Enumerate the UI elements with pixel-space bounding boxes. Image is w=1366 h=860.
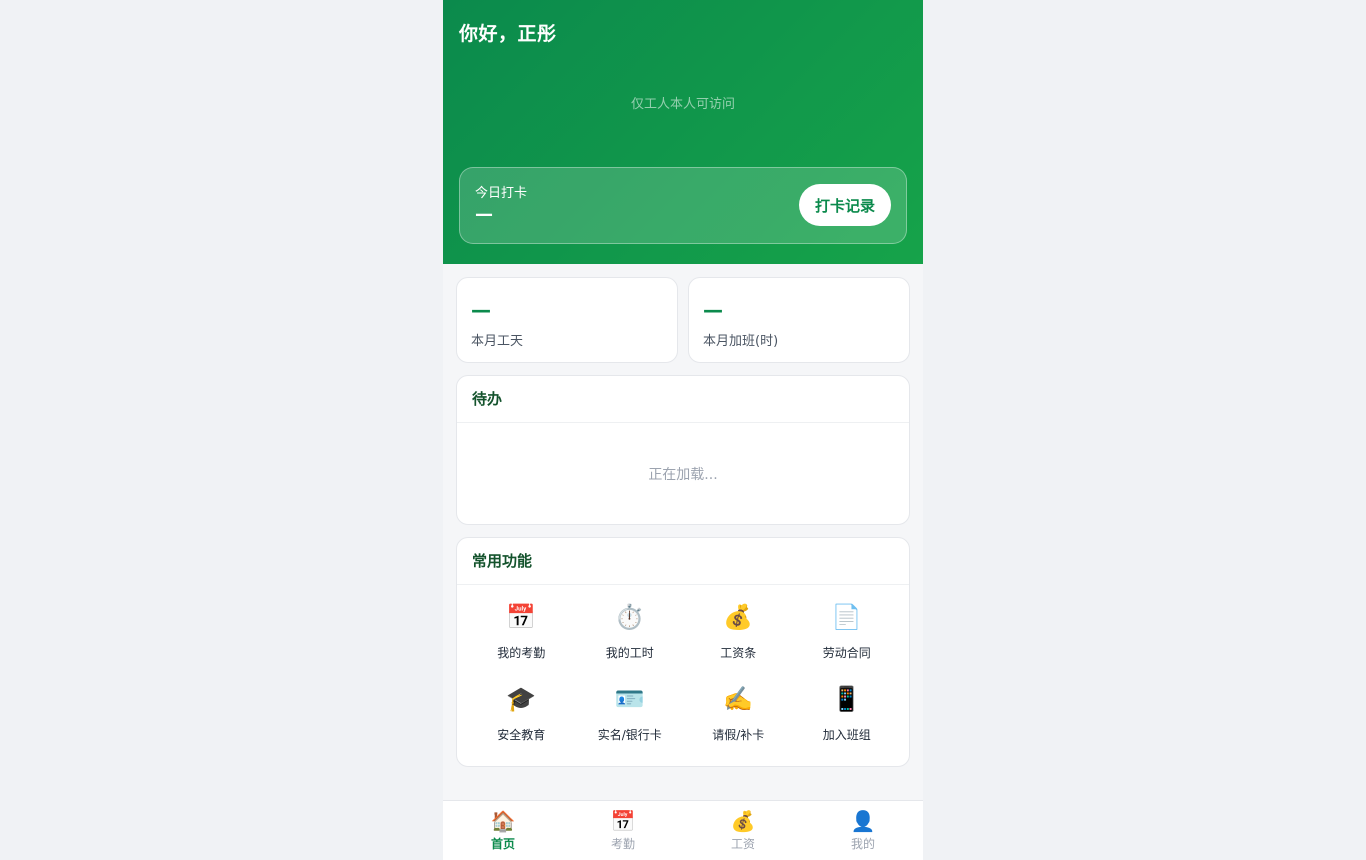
stat-label: 本月工天 (471, 334, 524, 349)
tab-salary[interactable]: 💰 工资 (683, 801, 803, 860)
todo-title: 待办 (457, 376, 909, 423)
punch-records-button[interactable]: 打卡记录 (799, 184, 891, 226)
stat-value: — (703, 298, 723, 322)
user-icon: 👤 (850, 809, 876, 833)
function-labor-contract[interactable]: 📄 劳动合同 (793, 602, 902, 668)
stat-card-workdays: — 本月工天 (456, 277, 678, 363)
stat-card-overtime: — 本月加班(时) (688, 277, 910, 363)
bottom-tab-bar: 🏠 首页 📅 考勤 💰 工资 👤 我的 (443, 800, 923, 860)
functions-grid: 📅 我的考勤 ⏱️ 我的工时 💰 工资条 📄 劳动合同 🎓 安全教育 🪪 实名/… (467, 602, 901, 750)
stat-label: 本月加班(时) (703, 334, 779, 349)
functions-title: 常用功能 (457, 538, 909, 585)
mobile-app-frame: 你好，正彤 仅工人本人可访问 今日打卡 — 打卡记录 — 本月工天 — 本月加班… (443, 0, 923, 860)
loading-text: 正在加载... (648, 467, 718, 483)
mobile-phone-icon: 📱 (831, 685, 862, 713)
calendar-icon: 📅 (506, 603, 537, 631)
function-label: 劳动合同 (822, 646, 871, 660)
function-label: 加入班组 (822, 728, 871, 742)
graduation-cap-icon: 🎓 (506, 685, 537, 713)
writing-hand-icon: ✍️ (723, 685, 754, 713)
greeting-title: 你好，正彤 (459, 23, 557, 45)
todo-panel: 待办 正在加载... (456, 375, 910, 525)
header-banner: 你好，正彤 仅工人本人可访问 今日打卡 — 打卡记录 (443, 0, 923, 264)
today-punch-card: 今日打卡 — 打卡记录 (459, 167, 907, 244)
tab-attendance[interactable]: 📅 考勤 (563, 801, 683, 860)
punch-title: 今日打卡 (475, 186, 528, 201)
access-note: 仅工人本人可访问 (630, 97, 735, 112)
function-join-team[interactable]: 📱 加入班组 (793, 684, 902, 750)
tab-label: 首页 (490, 837, 515, 851)
function-label: 实名/银行卡 (597, 728, 662, 742)
function-leave-makeup-punch[interactable]: ✍️ 请假/补卡 (684, 684, 793, 750)
money-bag-icon: 💰 (730, 809, 756, 833)
tab-profile[interactable]: 👤 我的 (803, 801, 923, 860)
calendar-icon: 📅 (610, 809, 636, 833)
function-safety-education[interactable]: 🎓 安全教育 (467, 684, 576, 750)
tab-label: 工资 (730, 837, 755, 851)
punch-value: — (475, 204, 493, 225)
function-label: 安全教育 (497, 728, 546, 742)
money-bag-icon: 💰 (723, 603, 754, 631)
function-label: 我的工时 (605, 646, 654, 660)
tab-label: 我的 (850, 837, 875, 851)
document-icon: 📄 (831, 603, 862, 631)
function-payslip[interactable]: 💰 工资条 (684, 602, 793, 668)
function-my-work-hours[interactable]: ⏱️ 我的工时 (576, 602, 685, 668)
home-icon: 🏠 (490, 809, 516, 833)
function-label: 工资条 (720, 646, 757, 660)
tab-label: 考勤 (610, 837, 635, 851)
stat-value: — (471, 298, 491, 322)
stopwatch-icon: ⏱️ (614, 603, 645, 631)
function-label: 我的考勤 (497, 646, 546, 660)
id-card-icon: 🪪 (614, 685, 645, 713)
common-functions-panel: 常用功能 📅 我的考勤 ⏱️ 我的工时 💰 工资条 📄 劳动合同 🎓 安全教育 (456, 537, 910, 767)
function-label: 请假/补卡 (712, 728, 765, 742)
function-realname-bankcard[interactable]: 🪪 实名/银行卡 (576, 684, 685, 750)
tab-home[interactable]: 🏠 首页 (443, 801, 563, 860)
function-my-attendance[interactable]: 📅 我的考勤 (467, 602, 576, 668)
